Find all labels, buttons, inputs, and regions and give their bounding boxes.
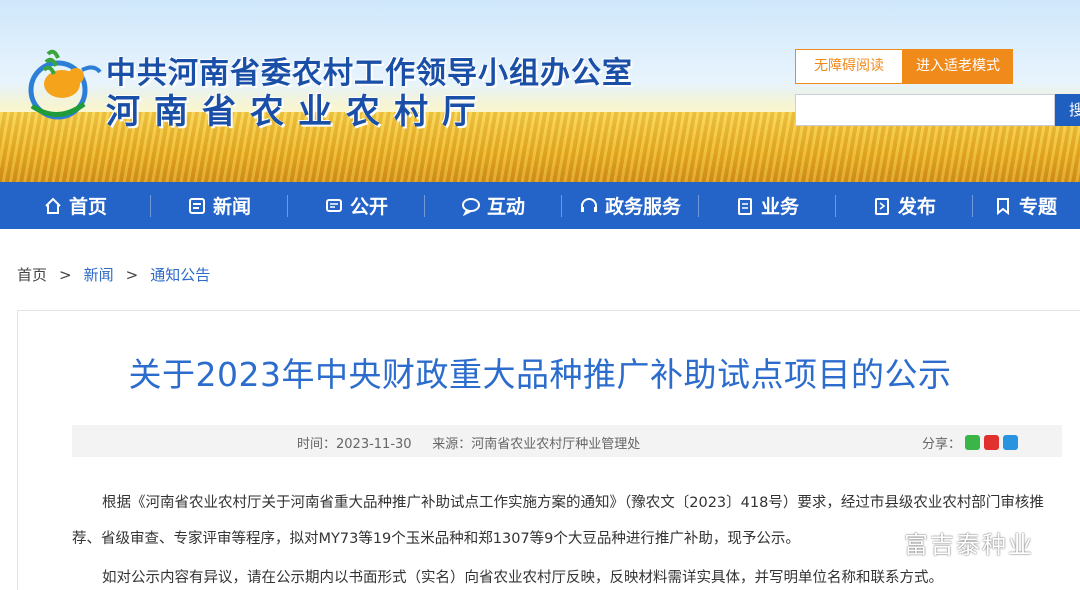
headset-icon bbox=[580, 197, 597, 212]
nav-label: 业务 bbox=[760, 196, 799, 218]
share-label: 分享： bbox=[922, 437, 962, 452]
nav-item-news[interactable]: 新闻 bbox=[151, 182, 287, 229]
share-area: 分享： bbox=[922, 433, 1019, 452]
home-icon bbox=[45, 197, 61, 214]
nav-label: 首页 bbox=[68, 196, 107, 218]
clipboard-icon bbox=[737, 197, 752, 215]
main-nav: 首页 新闻 公开 互动 政务服务 业务 发布 专题 bbox=[0, 182, 1080, 229]
ministry-logo-icon bbox=[28, 49, 102, 120]
dept-title: 河南省农业农村厅 bbox=[106, 92, 490, 132]
breadcrumb-notices[interactable]: 通知公告 bbox=[150, 264, 210, 285]
breadcrumb-separator: > bbox=[59, 265, 72, 284]
chat-icon bbox=[461, 197, 480, 216]
wechat-watermark: 富吉泰种业 bbox=[862, 525, 1034, 560]
breadcrumb: 首页 > 新闻 > 通知公告 bbox=[17, 264, 210, 285]
nav-label: 发布 bbox=[897, 196, 936, 218]
elder-mode-button[interactable]: 进入适老模式 bbox=[903, 49, 1013, 84]
news-icon bbox=[188, 197, 205, 214]
nav-item-services[interactable]: 政务服务 bbox=[562, 182, 698, 229]
nav-item-topics[interactable]: 专题 bbox=[973, 182, 1077, 229]
watermark-text: 富吉泰种业 bbox=[904, 531, 1034, 559]
search-button[interactable]: 搜 bbox=[1055, 94, 1080, 126]
bookmark-icon bbox=[996, 197, 1009, 215]
nav-label: 新闻 bbox=[212, 196, 251, 218]
weibo-share-icon[interactable] bbox=[984, 435, 1000, 450]
open-icon bbox=[325, 198, 342, 212]
nav-label: 专题 bbox=[1018, 196, 1057, 218]
wechat-icon bbox=[863, 529, 894, 555]
nav-item-publish[interactable]: 发布 bbox=[836, 182, 972, 229]
breadcrumb-news[interactable]: 新闻 bbox=[84, 264, 114, 285]
nav-label: 互动 bbox=[486, 196, 525, 218]
search-input[interactable] bbox=[795, 94, 1055, 126]
nav-item-interact[interactable]: 互动 bbox=[425, 182, 561, 229]
article-info: 时间：2023-11-30 来源：河南省农业农村厅种业管理处 bbox=[297, 433, 640, 452]
article-paragraph: 如对公示内容有异议，请在公示期内以书面形式（实名）向省农业农村厅反映，反映材料需… bbox=[102, 570, 943, 586]
nav-label: 政务服务 bbox=[604, 196, 681, 218]
nav-item-home[interactable]: 首页 bbox=[0, 182, 150, 229]
breadcrumb-home[interactable]: 首页 bbox=[17, 264, 47, 285]
nav-item-business[interactable]: 业务 bbox=[699, 182, 835, 229]
qq-share-icon[interactable] bbox=[1003, 435, 1019, 450]
accessibility-reading-button[interactable]: 无障碍阅读 bbox=[795, 49, 903, 84]
article-title: 关于2023年中央财政重大品种推广补助试点项目的公示 bbox=[128, 355, 952, 394]
publish-icon bbox=[874, 197, 889, 215]
wechat-share-icon[interactable] bbox=[965, 435, 981, 450]
nav-item-open[interactable]: 公开 bbox=[288, 182, 424, 229]
nav-label: 公开 bbox=[349, 196, 388, 218]
article-meta-bar: 时间：2023-11-30 来源：河南省农业农村厅种业管理处 分享： bbox=[72, 425, 1062, 457]
breadcrumb-separator: > bbox=[125, 265, 139, 284]
article-source: 来源：河南省农业农村厅种业管理处 bbox=[432, 437, 641, 452]
publish-time: 时间：2023-11-30 bbox=[297, 437, 412, 452]
